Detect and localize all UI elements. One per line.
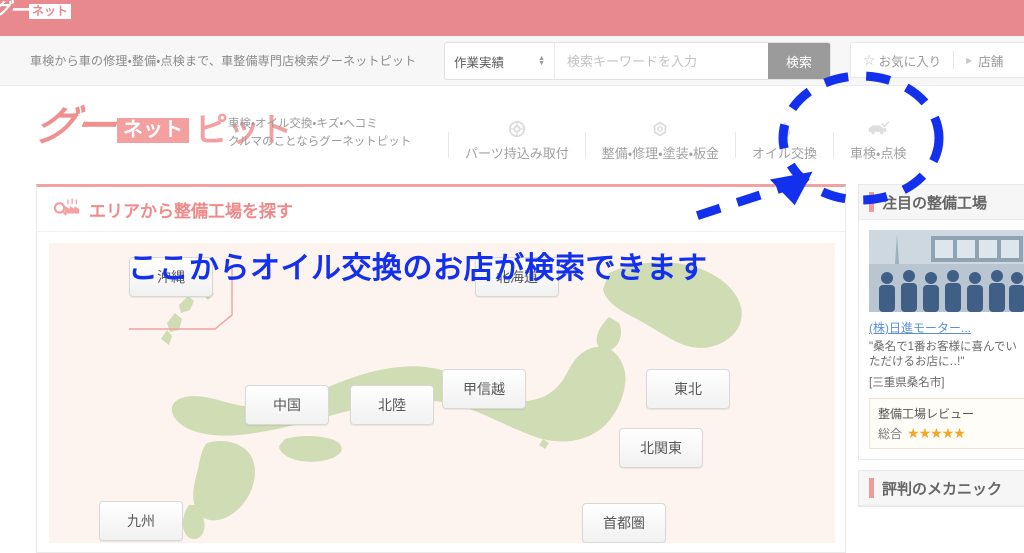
main-nav: パーツ持込み取付 整備・修理・塗装・板金 オイル交換 車検・点検 <box>432 108 906 162</box>
favorites-button[interactable]: ☆ お気に入り <box>851 51 953 70</box>
site-tagline: 車検から車の修理・整備・点検まで、車整備専門店検索グーネットピット <box>30 54 417 68</box>
logo-tagline-line1: 車検・オイル交換・キズ・ヘコミ <box>228 118 378 130</box>
nav-label-inspection: 車検・点検 <box>850 146 907 161</box>
top-band-logo[interactable]: グー ネット <box>0 0 72 22</box>
nav-label-oil-change: オイル交換 <box>752 146 818 161</box>
right-sidebar: 注目の整備工場 (株)日進モーター... "桑名で1番お客様に喜んでいただけるお… <box>858 184 1024 517</box>
factory-review-box: 整備工場レビュー 総合 ★★★★★ <box>869 398 1024 449</box>
factory-review-row: 総合 ★★★★★ <box>878 425 1018 442</box>
search-submit-button[interactable]: 検索 <box>768 43 830 79</box>
featured-factory-header: 注目の整備工場 <box>859 185 1024 220</box>
wheel-icon <box>508 120 526 138</box>
featured-factory-link[interactable]: (株)日進モーター... <box>869 319 1024 336</box>
area-search-title: エリアから整備工場を探す <box>89 201 293 221</box>
search-factory-icon <box>53 196 81 223</box>
featured-factory-quote: "桑名で1番お客様に喜んでいただけるお店に‥!" <box>869 341 1017 368</box>
oil-drop-icon <box>777 120 793 138</box>
factory-review-label: 総合 <box>878 427 903 441</box>
star-outline-icon: ☆ <box>863 51 876 68</box>
nav-label-parts-install: パーツ持込み取付 <box>465 146 569 161</box>
car-check-icon <box>867 120 890 138</box>
stepper-arrows-icon: ▲ ▼ <box>538 55 545 67</box>
logo-tagline-line2: クルマのことならグーネットピット <box>228 136 412 148</box>
search-category-select[interactable]: 作業実績 ▲ ▼ <box>445 43 555 79</box>
utility-bar: 車検から車の修理・整備・点検まで、車整備専門店検索グーネットピット 作業実績 ▲… <box>0 36 1024 86</box>
featured-factory-photo[interactable] <box>869 230 1024 312</box>
kyushu-shape <box>193 441 255 521</box>
favorites-label: お気に入り <box>878 54 942 69</box>
popular-mechanic-header: 評判のメカニック <box>859 471 1024 506</box>
region-button-kitakanto[interactable]: 北関東 <box>619 428 703 468</box>
nav-item-maintenance[interactable]: 整備・修理・塗装・板金 <box>602 120 719 162</box>
nav-divider <box>584 132 586 158</box>
triangle-right-icon: ▶ <box>966 55 973 65</box>
region-button-kyushu[interactable]: 九州 <box>99 501 183 541</box>
popular-mechanic-title: 評判のメカニック <box>882 480 1003 498</box>
section-accent-bar <box>869 478 874 498</box>
japan-map: 沖縄 北海道 中国 北陸 甲信越 東北 北関東 九州 首都圏 <box>49 243 835 543</box>
area-search-header: エリアから整備工場を探す <box>37 187 845 232</box>
region-button-hokuriku[interactable]: 北陸 <box>350 385 434 425</box>
featured-factory-body: (株)日進モーター... "桑名で1番お客様に喜んでいただけるお店に‥!" [三… <box>859 220 1024 459</box>
logo-goo-text: グー <box>32 103 118 149</box>
area-search-panel: エリアから整備工場を探す 沖縄 北海道 中国 北陸 甲信越 東北 北関東 九州 … <box>36 184 846 553</box>
search-input[interactable] <box>555 43 768 79</box>
featured-factory-location: [三重県桑名市] <box>869 377 945 389</box>
featured-factory-title: 注目の整備工場 <box>882 194 988 212</box>
nav-item-oil-change[interactable]: オイル交換 <box>752 120 817 162</box>
main-header: グー ネット ピット 車検・オイル交換・キズ・ヘコミ クルマのことならグーネット… <box>0 86 1024 176</box>
rating-stars-icon: ★★★★★ <box>907 425 966 441</box>
annotation-text: ここからオイル交換のお店が検索できます <box>128 252 708 285</box>
region-button-koshinetsu[interactable]: 甲信越 <box>442 369 526 409</box>
top-band-logo-net: ネット <box>29 3 72 19</box>
featured-factory-card: 注目の整備工場 (株)日進モーター... "桑名で1番お客様に喜んでいただけるお… <box>858 184 1024 460</box>
top-band-logo-goo: グー <box>0 0 30 22</box>
section-accent-bar <box>869 192 874 212</box>
account-utility-group: ☆ お気に入り ▶ 店舗 <box>850 42 1024 78</box>
nav-divider <box>735 132 737 158</box>
nav-divider <box>448 132 449 158</box>
logo-tagline: 車検・オイル交換・キズ・ヘコミ クルマのことならグーネットピット <box>228 115 411 151</box>
nav-label-maintenance: 整備・修理・塗装・板金 <box>601 146 720 161</box>
nav-item-inspection[interactable]: 車検・点検 <box>850 120 906 162</box>
search-bar[interactable]: 作業実績 ▲ ▼ 検索 <box>444 42 831 80</box>
shop-menu-label: 店舗 <box>978 54 1004 69</box>
nav-item-parts-install[interactable]: パーツ持込み取付 <box>465 120 569 162</box>
search-category-value: 作業実績 <box>454 55 505 70</box>
nut-bolt-icon <box>651 120 669 138</box>
shikoku-shape <box>279 436 342 462</box>
region-button-tohoku[interactable]: 東北 <box>646 369 730 409</box>
nav-divider <box>833 132 835 158</box>
top-brand-band: グー ネット <box>0 0 1024 36</box>
region-button-chugoku[interactable]: 中国 <box>245 385 329 425</box>
popular-mechanic-card: 評判のメカニック <box>858 470 1024 507</box>
factory-review-title: 整備工場レビュー <box>878 407 975 421</box>
logo-net-badge: ネット <box>117 118 189 143</box>
shop-menu-button[interactable]: ▶ 店舗 <box>954 51 1015 70</box>
region-button-shutoken[interactable]: 首都圏 <box>582 503 666 543</box>
